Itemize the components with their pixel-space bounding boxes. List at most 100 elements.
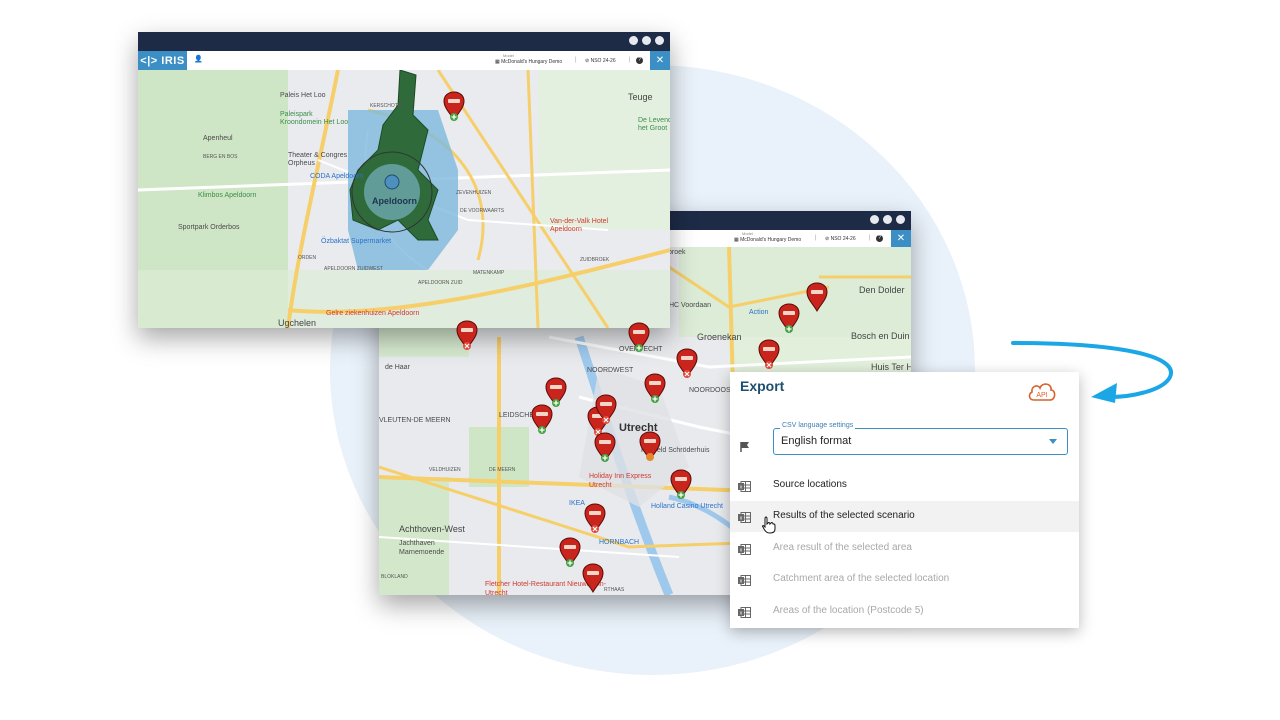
location-pin-icon[interactable] [443, 91, 465, 122]
export-catchment-area[interactable]: x Catchment area of the selected locatio… [730, 564, 1079, 595]
title-bar [138, 32, 670, 51]
map-label: VELDHUIZEN [429, 467, 461, 473]
maximize-button[interactable] [642, 36, 651, 45]
map-label: Holland Casino Utrecht [651, 503, 723, 510]
map-label: BERG EN BOS [203, 154, 238, 160]
export-areas-postcode5[interactable]: x Areas of the location (Postcode 5) [730, 596, 1079, 627]
location-pin-icon[interactable] [644, 373, 666, 404]
curved-arrow-icon [1005, 335, 1180, 410]
location-pin-icon[interactable] [545, 377, 567, 408]
help-button[interactable]: ? [636, 57, 643, 64]
map-label: Apenheul [203, 135, 233, 142]
export-source-locations[interactable]: x Source locations [730, 470, 1079, 501]
map-label: Sportpark Orderbos [178, 224, 240, 231]
map-label: Action [749, 309, 769, 316]
map-label: Ugchelen [278, 318, 317, 328]
map-label: IKEA [569, 500, 585, 507]
map-label: HORNBACH [599, 539, 640, 546]
export-panel: Export API CSV language settings English… [730, 372, 1079, 628]
export-title: Export [740, 378, 785, 394]
help-button[interactable]: ? [876, 235, 883, 242]
location-pin-icon[interactable] [594, 432, 616, 463]
model-name: McDonald's Hungary Demo [740, 237, 802, 243]
minimize-button[interactable] [629, 36, 638, 45]
hand-cursor-icon [762, 516, 776, 539]
map-label: Teuge [628, 92, 653, 102]
scenario-icon: ⊘ [825, 236, 830, 242]
excel-icon: x [738, 542, 751, 560]
map-label: ORDEN [298, 255, 317, 261]
model-selector[interactable]: Model ▦ McDonald's Hungary Demo [495, 53, 563, 65]
flag-icon [739, 440, 751, 458]
location-pin-icon[interactable] [676, 348, 698, 379]
building-icon: ▦ [495, 59, 500, 65]
location-pin-icon[interactable] [456, 320, 478, 351]
map-label: Den Dolder [859, 285, 905, 295]
iris-logo[interactable]: <|> IRIS [138, 51, 187, 70]
logo-icon: <|> [140, 54, 162, 67]
export-area-result[interactable]: x Area result of the selected area [730, 533, 1079, 564]
minimize-button[interactable] [870, 215, 879, 224]
location-pin-icon[interactable] [758, 339, 780, 370]
export-results-selected-scenario[interactable]: x Results of the selected scenario [730, 501, 1079, 532]
close-button[interactable] [655, 36, 664, 45]
map-label: DE MEERN [489, 467, 516, 473]
map-label: LEIDSCHE [499, 412, 535, 419]
map-label: Achthoven-West [399, 524, 465, 534]
csv-language-value: English format [781, 435, 852, 447]
map-label: NOORDWEST [587, 367, 634, 374]
csv-language-select[interactable]: CSV language settings English format [773, 422, 1068, 455]
city-label: Apeldoorn [372, 196, 417, 206]
scenario-selector[interactable]: ⊘ NSO 24-26 [585, 58, 616, 64]
location-pin-icon[interactable] [559, 537, 581, 568]
location-pin-icon[interactable] [531, 404, 553, 435]
fullscreen-button[interactable]: ✕ [650, 51, 670, 70]
model-name: McDonald's Hungary Demo [501, 59, 563, 65]
map-label: Gelre ziekenhuizen Apeldoorn [326, 310, 420, 317]
user-icon[interactable]: 👤 [194, 55, 203, 63]
apeldoorn-window: <|> IRIS 👤 Model ▦ McDonald's Hungary De… [138, 32, 670, 328]
map-label: VLEUTEN-DE MEERN [379, 417, 451, 424]
location-pin-icon[interactable] [639, 431, 661, 462]
map-label: Jachthaven Marnemoende [399, 540, 445, 556]
excel-icon: x [738, 605, 751, 623]
excel-icon: x [738, 479, 751, 497]
model-selector[interactable]: Model ▦ McDonald's Hungary Demo [734, 231, 802, 243]
maximize-button[interactable] [883, 215, 892, 224]
map-label: Van-der-Valk Hotel Apeldoorn [550, 218, 609, 233]
map-label: Theater & Congres Orpheus [288, 152, 348, 167]
map-label: broek [668, 249, 686, 256]
map-label: Bosch en Duin [851, 331, 910, 341]
location-pin-icon[interactable] [584, 503, 606, 534]
map-label: Holiday Inn Express Utrecht [589, 473, 652, 489]
map-label: APELDOORN ZUID [418, 280, 463, 286]
map-label: CODA Apeldoorn [310, 173, 364, 180]
map-label: Paleis Het Loo [280, 92, 326, 99]
excel-icon: x [738, 573, 751, 591]
chevron-down-icon [1049, 439, 1057, 444]
map-label: MATENKAMP [473, 270, 505, 276]
fullscreen-button[interactable]: ✕ [891, 230, 911, 247]
location-pin-icon[interactable] [670, 469, 692, 500]
scenario-selector[interactable]: ⊘ NSO 24-26 [825, 236, 856, 242]
map-label: de Haar [385, 364, 410, 371]
excel-icon: x [738, 510, 751, 528]
map-label: ZEVENHUIZEN [456, 190, 492, 196]
map-label: BLOKLAND [381, 574, 408, 580]
apeldoorn-map[interactable]: Teuge Paleis Het Loo Paleispark Kroondom… [138, 70, 670, 328]
close-button[interactable] [896, 215, 905, 224]
scenario-icon: ⊘ [585, 58, 590, 64]
map-label: Klimbos Apeldoorn [198, 192, 257, 199]
location-pin-icon[interactable] [582, 563, 604, 594]
map-label: DE VOORWAARTS [460, 208, 505, 214]
map-label: Huis Ter He [871, 362, 911, 372]
location-pin-icon[interactable] [628, 322, 650, 353]
location-pin-icon[interactable] [806, 282, 828, 313]
toolbar: <|> IRIS 👤 Model ▦ McDonald's Hungary De… [138, 51, 670, 71]
location-pin-icon[interactable] [595, 394, 617, 425]
map-label: KERSCHOTEN [370, 103, 405, 109]
map-label: De Levende het Groot [638, 117, 670, 132]
map-label: Groenekan [697, 332, 742, 342]
location-pin-icon[interactable] [778, 303, 800, 334]
building-icon: ▦ [734, 237, 739, 243]
